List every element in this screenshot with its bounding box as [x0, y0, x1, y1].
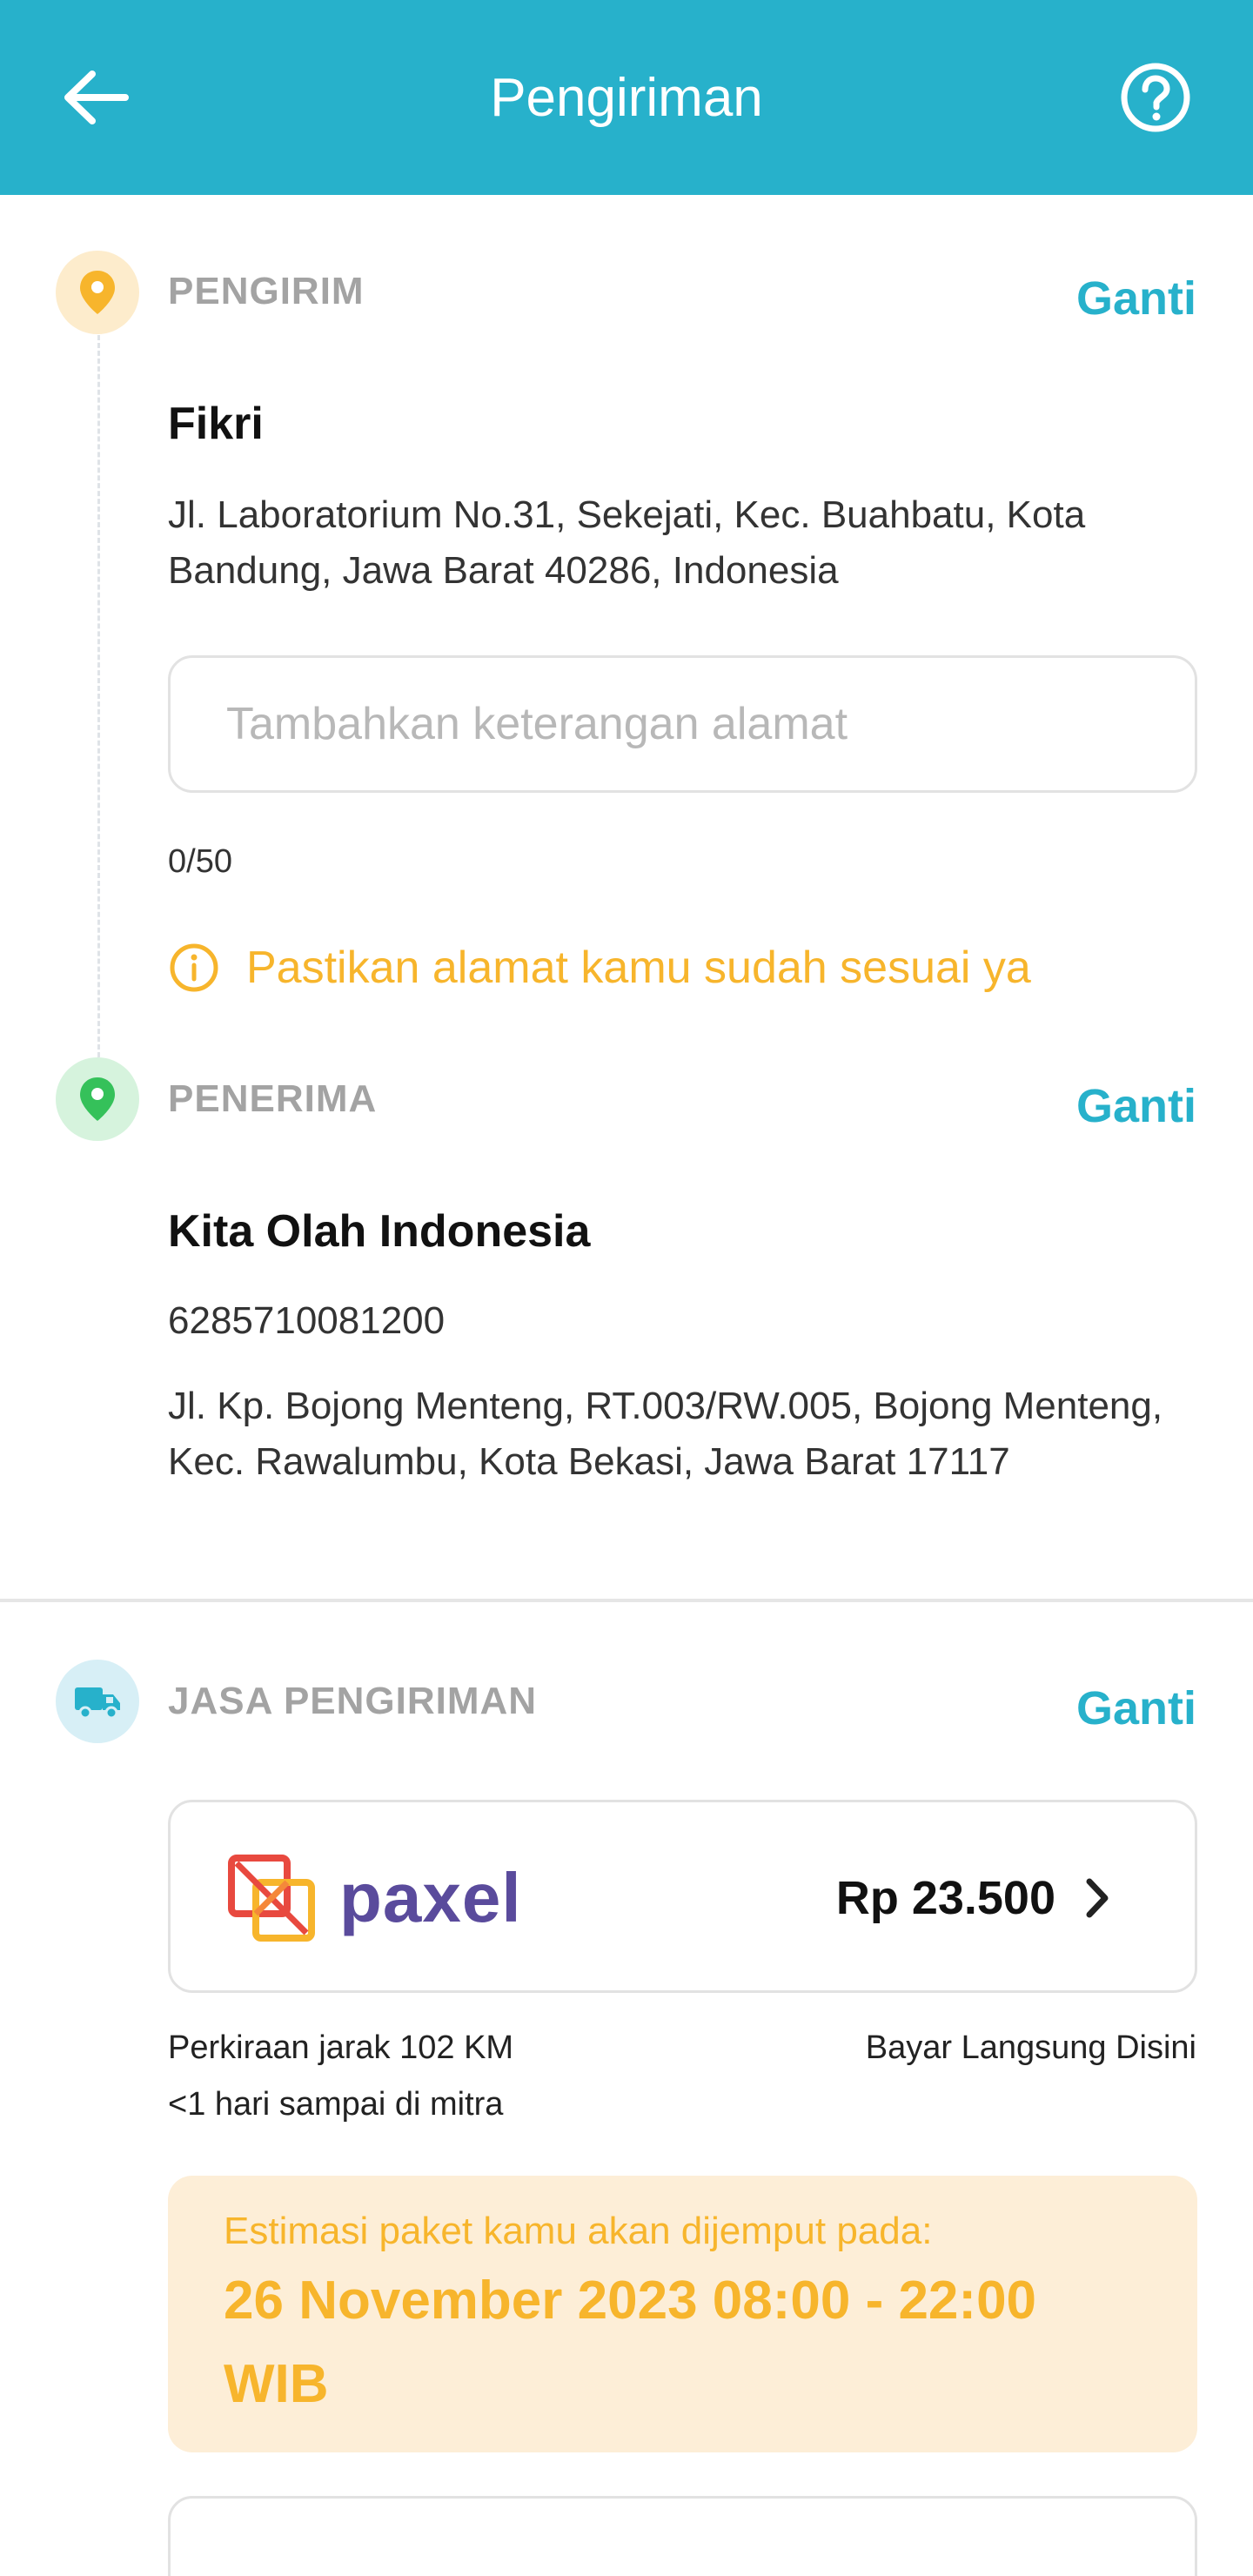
- payment-text: Bayar Langsung Disini: [865, 2029, 1196, 2066]
- chevron-right-icon: [1080, 1872, 1115, 1924]
- timeline-connector: [97, 335, 100, 1057]
- shipping-section-label: JASA PENGIRIMAN: [168, 1680, 538, 1722]
- shipping-price: Rp 23.500: [835, 1872, 1055, 1924]
- char-counter: 0/50: [168, 843, 232, 880]
- address-note-input[interactable]: [171, 658, 1195, 790]
- sender-pin: [56, 251, 139, 334]
- change-shipping-button[interactable]: Ganti: [1076, 1678, 1196, 1739]
- address-warning: Pastikan alamat kamu sudah sesuai ya: [168, 933, 1031, 1003]
- courier-logo: paxel: [226, 1853, 522, 1943]
- address-note-field[interactable]: [168, 655, 1197, 793]
- pickup-estimate: Estimasi paket kamu akan dijemput pada: …: [168, 2176, 1197, 2452]
- change-receiver-button[interactable]: Ganti: [1076, 1076, 1196, 1137]
- section-divider: [0, 1599, 1253, 1602]
- paxel-logo-icon: [228, 1855, 315, 1942]
- change-sender-button[interactable]: Ganti: [1076, 268, 1196, 329]
- next-card: [168, 2496, 1197, 2576]
- receiver-name: Kita Olah Indonesia: [168, 1206, 591, 1257]
- receiver-section-label: PENERIMA: [168, 1077, 378, 1120]
- app-bar: Pengiriman: [0, 0, 1253, 195]
- duration-text: <1 hari sampai di mitra: [168, 2086, 504, 2123]
- distance-text: Perkiraan jarak 102 KM: [168, 2029, 514, 2066]
- estimate-label: Estimasi paket kamu akan dijemput pada:: [224, 2210, 933, 2252]
- estimate-datetime: 26 November 2023 08:00 - 22:00 WIB: [224, 2271, 1037, 2414]
- location-pin-icon: [80, 1077, 115, 1121]
- location-pin-icon: [80, 271, 115, 314]
- sender-section-label: PENGIRIM: [168, 270, 365, 312]
- page-title: Pengiriman: [490, 68, 763, 128]
- courier-name: paxel: [339, 1859, 522, 1936]
- receiver-address: Jl. Kp. Bojong Menteng, RT.003/RW.005, B…: [168, 1385, 1163, 1483]
- sender-address: Jl. Laboratorium No.31, Sekejati, Kec. B…: [168, 493, 1086, 592]
- info-icon: [170, 943, 218, 992]
- question-circle-icon: [1121, 63, 1190, 132]
- receiver-pin: [56, 1057, 139, 1141]
- warning-text: Pastikan alamat kamu sudah sesuai ya: [246, 943, 1031, 993]
- sender-name: Fikri: [168, 399, 264, 449]
- truck-icon: [75, 1687, 120, 1720]
- help-button[interactable]: [1112, 57, 1199, 138]
- courier-option-card[interactable]: paxel Rp 23.500: [168, 1800, 1197, 1993]
- receiver-phone: 6285710081200: [168, 1299, 446, 1342]
- shipping-pin: [56, 1660, 139, 1743]
